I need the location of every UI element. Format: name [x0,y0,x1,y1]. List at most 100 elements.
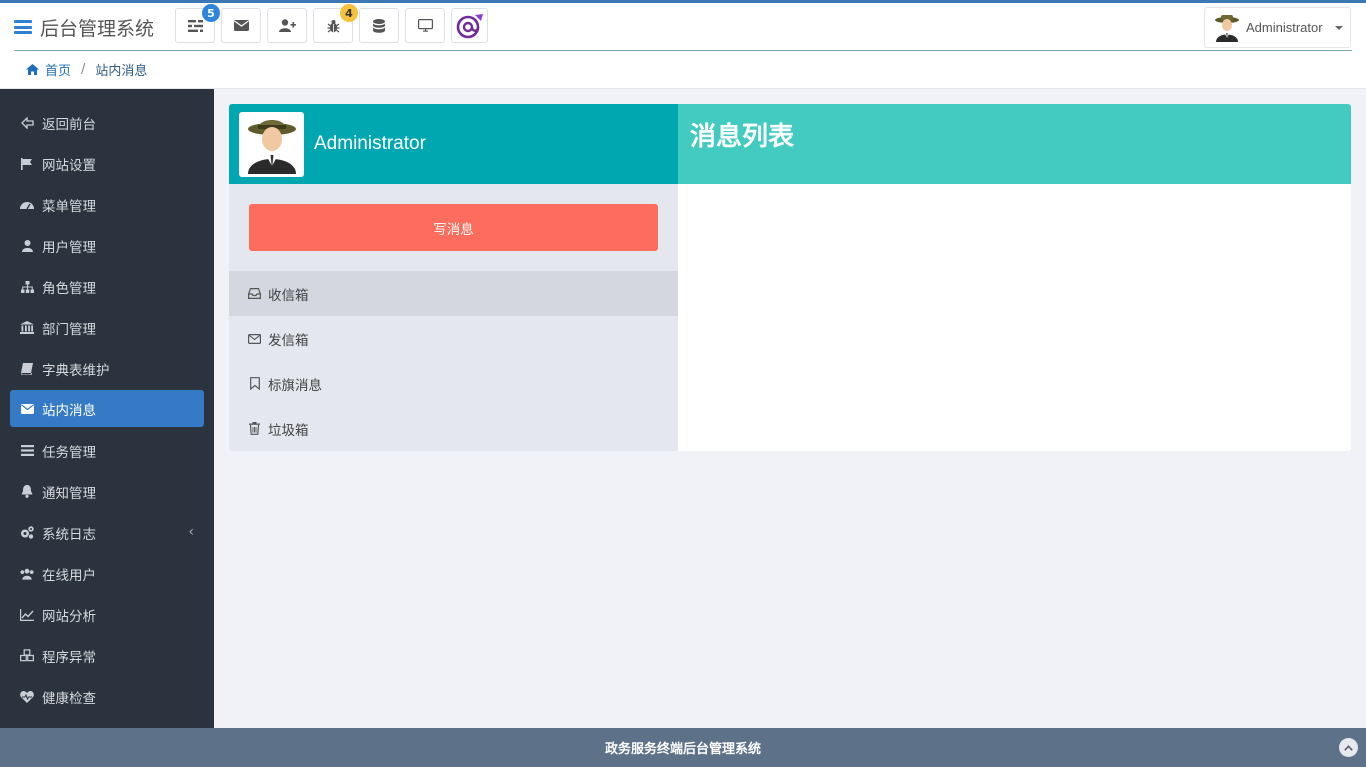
sidebar-item-label: 网站分析 [42,608,96,625]
folder-label: 标旗消息 [268,377,322,394]
users-icon [20,567,34,581]
sidebar-item-label: 健康检查 [42,690,96,707]
sidebar-item-label: 站内消息 [42,402,96,419]
back-to-top-button[interactable] [1339,738,1358,757]
sidebar-item-dictionary[interactable]: 字典表维护 [10,350,204,387]
back-icon [20,116,34,130]
envelope-outline-icon [248,332,261,345]
book-icon [20,362,34,376]
sidebar-item-label: 任务管理 [42,444,96,461]
database-button[interactable] [359,8,399,43]
monitor-icon [417,19,433,32]
envelope-icon [20,402,34,416]
user-name: Administrator [1246,20,1323,35]
sitemap-icon [20,280,34,294]
sidebar-item-roles[interactable]: 角色管理 [10,268,204,305]
sidebar-item-notifications[interactable]: 通知管理 [10,473,204,510]
message-list-panel: 消息列表 [678,104,1351,451]
sidebar-item-site-settings[interactable]: 网站设置 [10,145,204,182]
avatar [1215,14,1239,42]
sidebar-item-online-users[interactable]: 在线用户 [10,555,204,592]
user-icon [20,239,34,253]
sidebar-item-label: 字典表维护 [42,362,110,379]
add-user-button[interactable] [267,8,307,43]
sidebar-item-label: 菜单管理 [42,198,96,215]
bug-icon [327,19,339,32]
folder-sent[interactable]: 发信箱 [229,316,678,361]
sidebar-item-label: 网站设置 [42,157,96,174]
folder-trash[interactable]: 垃圾箱 [229,406,678,451]
add-user-icon [278,19,296,32]
user-menu[interactable]: Administrator [1204,7,1351,48]
bugs-button[interactable]: 4 [313,4,358,43]
tasks-badge: 5 [202,4,220,22]
tasks-icon [20,444,34,458]
flag-icon [20,157,34,171]
sidebar-item-site-analytics[interactable]: 网站分析 [10,596,204,633]
chevron-left-icon: ‹ [188,524,194,540]
blazor-link-button[interactable] [451,8,488,43]
sidebar-item-departments[interactable]: 部门管理 [10,309,204,346]
messages-button[interactable] [221,8,261,43]
line-chart-icon [20,608,34,622]
sidebar-item-system-logs[interactable]: 系统日志 ‹ [10,514,204,551]
sidebar-item-label: 部门管理 [42,321,96,338]
sidebar-item-label: 系统日志 [42,526,96,543]
bell-icon [20,485,34,499]
breadcrumb-separator: / [81,62,86,77]
home-icon [26,64,39,75]
chevron-up-icon [1344,744,1353,751]
bookmark-icon [248,377,261,390]
sidebar-item-label: 程序异常 [42,649,96,666]
folder-label: 收信箱 [268,287,309,304]
hamburger-menu-icon[interactable] [14,20,32,34]
task-list-icon [187,19,203,32]
header: 后台管理系统 5 4 Administrator [0,3,1366,51]
sidebar-item-label: 返回前台 [42,116,96,133]
sidebar-item-messages[interactable]: 站内消息 [10,390,204,427]
monitor-button[interactable] [405,8,445,43]
message-list-title: 消息列表 [690,122,795,152]
sidebar-item-exceptions[interactable]: 程序异常 [10,637,204,674]
dashboard-icon [20,198,34,212]
blazor-logo-icon [456,13,483,38]
mail-folders-panel: Administrator 写消息 收信箱 发信箱 标旗消息 垃圾箱 [229,104,678,451]
message-list-header: 消息列表 [678,104,1351,184]
sidebar-item-label: 角色管理 [42,280,96,297]
bugs-badge: 4 [340,4,358,22]
heartbeat-icon [20,690,34,704]
tasks-button[interactable]: 5 [175,4,220,43]
sidebar-item-label: 在线用户 [42,567,96,584]
cogs-icon [20,526,34,540]
sidebar-item-label: 通知管理 [42,485,96,502]
footer: 政务服务终端后台管理系统 [0,728,1366,767]
sidebar-item-menus[interactable]: 菜单管理 [10,186,204,223]
sidebar-item-label: 用户管理 [42,239,96,256]
inbox-icon [248,287,261,300]
envelope-icon [233,20,249,31]
folder-flagged[interactable]: 标旗消息 [229,361,678,406]
database-icon [373,18,385,33]
folder-label: 发信箱 [268,332,309,349]
sidebar-item-frontend[interactable]: 返回前台 [10,104,204,141]
folder-inbox[interactable]: 收信箱 [229,271,678,316]
breadcrumb-current: 站内消息 [95,64,148,79]
profile-header: Administrator [229,104,678,184]
cubes-icon [20,649,34,663]
sidebar-item-tasks[interactable]: 任务管理 [10,432,204,469]
folder-label: 垃圾箱 [268,422,309,439]
toolbar: 5 4 [175,4,488,43]
trash-icon [248,422,261,435]
footer-text: 政务服务终端后台管理系统 [604,742,761,757]
sidebar-item-users[interactable]: 用户管理 [10,227,204,264]
sidebar-item-health-check[interactable]: 健康检查 [10,678,204,715]
profile-name: Administrator [314,133,426,154]
sidebar: 返回前台 网站设置 菜单管理 用户管理 角色管理 部门管理 字典表维护 站内消息… [0,89,214,729]
breadcrumb: 首页 / 站内消息 [0,51,1366,89]
profile-avatar [239,111,304,177]
breadcrumb-home-link[interactable]: 首页 [45,60,71,79]
compose-button[interactable]: 写消息 [249,204,658,251]
caret-down-icon [1334,25,1343,30]
bank-icon [20,321,34,335]
brand: 后台管理系统 [14,11,154,43]
